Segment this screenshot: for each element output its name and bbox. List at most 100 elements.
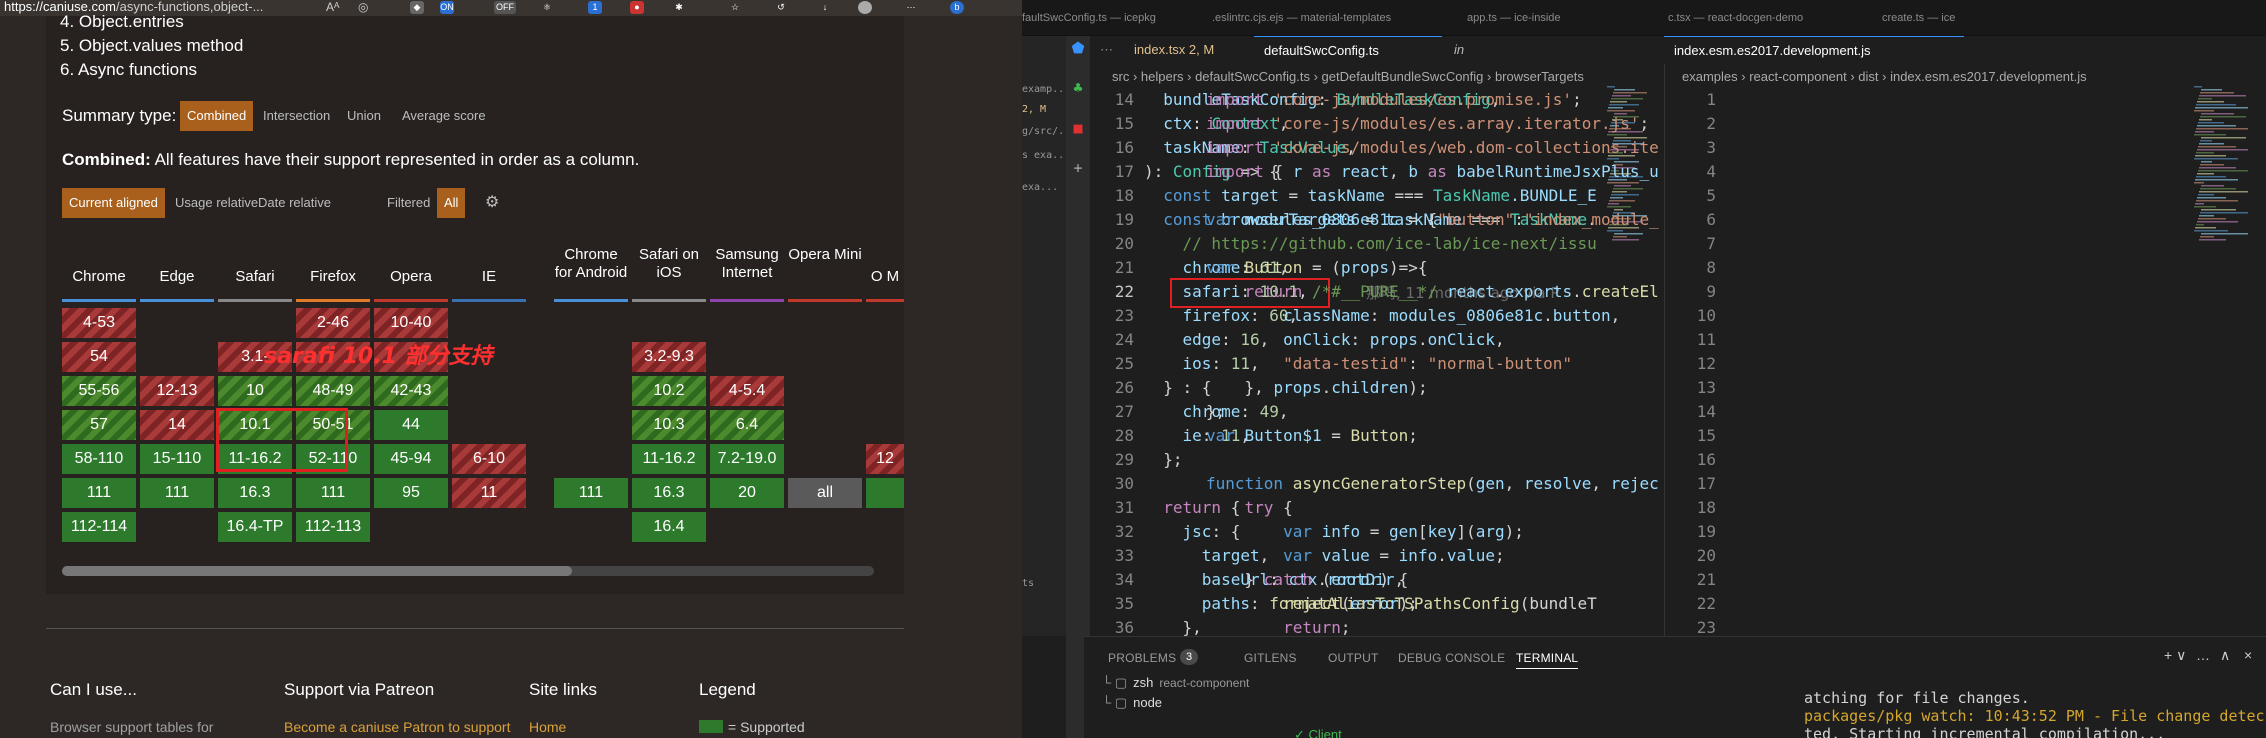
view-mode-option[interactable]: Date relative bbox=[251, 188, 338, 218]
remote-icon[interactable]: ⬟ bbox=[1070, 40, 1086, 56]
code-line[interactable]: import 'core-js/modules/es.array.iterato… bbox=[1206, 112, 2196, 136]
minimap-right[interactable] bbox=[2192, 86, 2252, 246]
support-cell[interactable]: 16.3 bbox=[218, 478, 292, 508]
profile-avatar[interactable] bbox=[858, 1, 872, 14]
support-cell[interactable]: 112-114 bbox=[62, 512, 136, 542]
support-cell[interactable]: 111 bbox=[140, 478, 214, 508]
support-cell[interactable]: 16.4-TP bbox=[218, 512, 292, 542]
panel-action-icon[interactable]: … bbox=[2196, 647, 2210, 663]
support-cell[interactable]: 3.2-9.3 bbox=[632, 342, 706, 372]
support-cell[interactable]: 10 bbox=[218, 376, 292, 406]
code-line[interactable]: } catch (error) { bbox=[1206, 568, 2196, 592]
code-line[interactable]: }; bbox=[1206, 400, 2196, 424]
browser-column-header[interactable]: Firefox bbox=[296, 268, 370, 286]
support-cell[interactable]: 44 bbox=[374, 410, 448, 440]
reader-mode-icon[interactable]: Aᴬ bbox=[326, 0, 339, 14]
settings-gear-icon[interactable]: ⚙ bbox=[478, 188, 506, 218]
code-line[interactable]: import 'core-js/modules/web.dom-collecti… bbox=[1206, 136, 2196, 160]
summary-type-option[interactable]: Average score bbox=[395, 101, 493, 131]
code-line[interactable]: var Button = (props)=>{ bbox=[1206, 256, 2196, 280]
tab-overflow-icon[interactable]: ⋯ bbox=[1090, 36, 1123, 64]
panel-action-icon[interactable]: + ∨ bbox=[2164, 647, 2186, 664]
breadcrumb-left[interactable]: src › helpers › defaultSwcConfig.ts › ge… bbox=[1112, 66, 1612, 88]
panel-tab[interactable]: OUTPUT bbox=[1328, 651, 1379, 665]
window-tab[interactable]: create.ts — ice bbox=[1882, 12, 1955, 24]
summary-type-option[interactable]: Combined bbox=[180, 101, 254, 131]
browser-column-header[interactable]: Samsung Internet bbox=[710, 246, 784, 282]
window-tab[interactable]: faultSwcConfig.ts — icepkg bbox=[1022, 12, 1156, 24]
react-devtools-icon[interactable]: ⚛ bbox=[540, 1, 554, 14]
support-cell[interactable]: all bbox=[788, 478, 862, 508]
browser-column-header[interactable]: Edge bbox=[140, 268, 214, 286]
code-line[interactable]: onClick: props.onClick, bbox=[1206, 328, 2196, 352]
code-line[interactable]: import 'core-js/modules/es.promise.js'; bbox=[1206, 88, 2196, 112]
history-icon[interactable]: ↺ bbox=[774, 1, 788, 14]
support-cell[interactable]: 20 bbox=[710, 478, 784, 508]
support-cell[interactable]: 54 bbox=[62, 342, 136, 372]
support-cell[interactable]: 10-40 bbox=[374, 308, 448, 338]
browser-column-header[interactable]: Safari bbox=[218, 268, 292, 286]
panel-tab[interactable]: DEBUG CONSOLE bbox=[1398, 651, 1505, 665]
tab-in[interactable]: in bbox=[1444, 36, 1484, 64]
scrollbar-thumb[interactable] bbox=[62, 566, 572, 576]
support-cell[interactable]: 42-43 bbox=[374, 376, 448, 406]
support-cell[interactable]: 4-5.4 bbox=[710, 376, 784, 406]
support-cell[interactable]: 12 bbox=[866, 444, 904, 474]
support-cell[interactable]: 4-53 bbox=[62, 308, 136, 338]
code-line[interactable]: }; bbox=[1144, 448, 1604, 472]
support-cell[interactable] bbox=[866, 478, 904, 508]
footer-patreon-link[interactable]: Become a caniuse Patron to support the s… bbox=[284, 718, 524, 738]
support-cell[interactable]: 14 bbox=[140, 410, 214, 440]
extension-icon-red[interactable]: ● bbox=[630, 1, 644, 14]
code-line[interactable]: const target = taskName === TaskName.BUN… bbox=[1144, 184, 1604, 208]
browser-column-header[interactable]: Opera bbox=[374, 268, 448, 286]
support-cell[interactable]: 12-13 bbox=[140, 376, 214, 406]
support-cell[interactable]: 11-16.2 bbox=[632, 444, 706, 474]
browser-column-header[interactable]: O M bbox=[866, 268, 904, 286]
code-line[interactable]: var Button$1 = Button; bbox=[1206, 424, 2196, 448]
support-cell[interactable]: 10.2 bbox=[632, 376, 706, 406]
support-cell[interactable]: 111 bbox=[554, 478, 628, 508]
browser-column-header[interactable]: Opera Mini bbox=[788, 246, 862, 264]
panel-action-icon[interactable]: × bbox=[2244, 647, 2252, 663]
support-cell[interactable]: 6.4 bbox=[710, 410, 784, 440]
tab-index-tsx[interactable]: index.tsx 2, M bbox=[1124, 36, 1250, 64]
terminal-list-item[interactable]: └ ▢ zsh react-component bbox=[1102, 675, 1249, 691]
support-cell[interactable]: 15-110 bbox=[140, 444, 214, 474]
code-line[interactable]: }, props.children); bbox=[1206, 376, 2196, 400]
explorer-item[interactable]: s exa... bbox=[1022, 150, 1070, 161]
support-cell[interactable]: 58-110 bbox=[62, 444, 136, 474]
panel-tab[interactable]: TERMINAL bbox=[1516, 651, 1579, 669]
panel-tab[interactable]: PROBLEMS bbox=[1108, 651, 1176, 665]
horizontal-scrollbar[interactable] bbox=[62, 566, 874, 576]
filtered-button[interactable]: Filtered bbox=[380, 188, 437, 218]
terminal-list-item[interactable]: └ ▢ node bbox=[1102, 695, 1162, 711]
support-cell[interactable]: 111 bbox=[62, 478, 136, 508]
window-tab[interactable]: .eslintrc.cjs.ejs — material-templates bbox=[1212, 12, 1391, 24]
favorites-icon[interactable]: ☆ bbox=[728, 1, 742, 14]
support-cell[interactable]: 55-56 bbox=[62, 376, 136, 406]
extension-icon-1[interactable]: ◆ bbox=[410, 1, 424, 14]
support-cell[interactable]: 95 bbox=[374, 478, 448, 508]
footer-home-link[interactable]: Home bbox=[529, 718, 566, 736]
add-icon[interactable]: + bbox=[1070, 160, 1086, 176]
panel-action-icon[interactable]: ∧ bbox=[2220, 647, 2230, 664]
support-cell[interactable]: 16.4 bbox=[632, 512, 706, 542]
support-cell[interactable]: 57 bbox=[62, 410, 136, 440]
extension-badge[interactable]: 1 bbox=[588, 1, 602, 14]
panel-tab[interactable]: GITLENS bbox=[1244, 651, 1297, 665]
explorer-item[interactable]: examp... bbox=[1022, 84, 1070, 95]
code-line[interactable]: try { bbox=[1206, 496, 2196, 520]
code-line[interactable]: var value = info.value; bbox=[1206, 544, 2196, 568]
code-line[interactable]: className: modules_0806e81c.button, bbox=[1206, 304, 2196, 328]
explorer-item[interactable]: 2, M bbox=[1022, 104, 1046, 115]
browser-column-header[interactable]: IE bbox=[452, 268, 526, 286]
summary-type-option[interactable]: Intersection bbox=[256, 101, 337, 131]
tree-icon[interactable]: ♣ bbox=[1070, 80, 1086, 96]
browser-column-header[interactable]: Safari on iOS bbox=[632, 246, 706, 282]
tab-defaultswcconfig[interactable]: defaultSwcConfig.ts bbox=[1254, 36, 1442, 64]
tab-index-esm[interactable]: index.esm.es2017.development.js bbox=[1664, 36, 1964, 64]
breadcrumb-right[interactable]: examples › react-component › dist › inde… bbox=[1682, 66, 2202, 88]
more-icon[interactable]: ⋯ bbox=[904, 1, 918, 14]
toggle-off-badge[interactable]: OFF bbox=[494, 1, 516, 14]
